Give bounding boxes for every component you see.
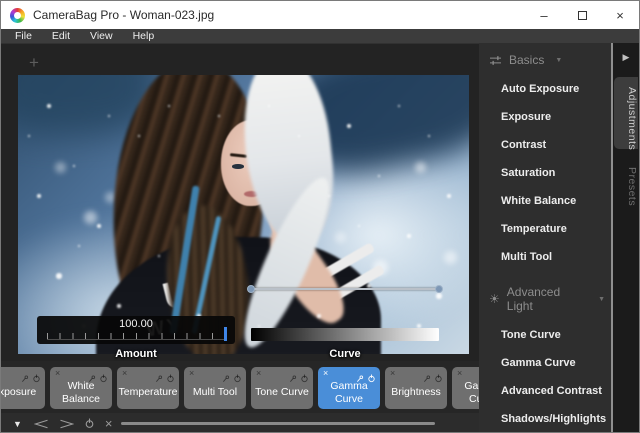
tile-close-icon[interactable]: × xyxy=(457,368,462,378)
filter-tile-gamma-curve-2[interactable]: × Gamma Curve xyxy=(452,367,479,409)
amount-slider[interactable]: 100.00 xyxy=(37,316,235,344)
sidebar-item-white-balance[interactable]: White Balance xyxy=(479,187,611,215)
collapse-filmstrip-icon[interactable]: ▼ xyxy=(13,419,22,429)
sidebar-item-multi-tool[interactable]: Multi Tool xyxy=(479,243,611,271)
menubar: File Edit View Help xyxy=(1,29,639,43)
filmstrip-scrollbar[interactable] xyxy=(121,422,435,425)
sidebar-item-advanced-contrast[interactable]: Advanced Contrast xyxy=(479,377,611,405)
sun-icon: ☀ xyxy=(489,293,500,305)
amount-slider-handle[interactable] xyxy=(224,327,227,341)
menu-edit[interactable]: Edit xyxy=(42,29,80,43)
amount-ruler[interactable] xyxy=(47,333,225,340)
maximize-button[interactable] xyxy=(563,1,601,29)
chevron-down-icon: ▼ xyxy=(555,57,562,64)
sidebar-item-saturation[interactable]: Saturation xyxy=(479,159,611,187)
sidebar-item-shadows-highlights[interactable]: Shadows/Highlights xyxy=(479,405,611,433)
tile-close-icon[interactable]: × xyxy=(55,368,60,378)
gamma-curve-line[interactable] xyxy=(251,288,439,290)
menu-help[interactable]: Help xyxy=(123,29,165,43)
sidebar-item-tone-curve[interactable]: Tone Curve xyxy=(479,321,611,349)
collapse-panel-arrow-icon[interactable]: ▶ xyxy=(623,52,630,63)
tile-label: Temperature xyxy=(119,378,177,407)
curve-label: Curve xyxy=(251,348,439,360)
sidebar-item-contrast[interactable]: Contrast xyxy=(479,131,611,159)
tile-close-icon[interactable]: × xyxy=(323,368,328,378)
sidebar-item-gamma-curve[interactable]: Gamma Curve xyxy=(479,349,611,377)
sidebar-item-auto-exposure[interactable]: Auto Exposure xyxy=(479,75,611,103)
gamma-handle-right[interactable] xyxy=(435,285,443,293)
tile-label: Gamma Curve xyxy=(320,378,378,407)
adjustments-panel: Basics ▼ Auto Exposure Exposure Contrast… xyxy=(479,43,613,433)
tile-label: Brightness xyxy=(387,378,445,407)
side-tabstrip: ▶ Adjustments Presets xyxy=(613,43,639,433)
window-title: CameraBag Pro - Woman-023.jpg xyxy=(33,8,214,22)
tile-close-icon[interactable]: × xyxy=(122,368,127,378)
tile-close-icon[interactable]: × xyxy=(189,368,194,378)
filter-tile-brightness[interactable]: × Brightness xyxy=(385,367,447,409)
photo-woman-023: UK WYORK xyxy=(18,75,469,354)
chevron-right-icon[interactable] xyxy=(59,419,74,429)
section-basics[interactable]: Basics ▼ xyxy=(479,45,611,75)
filter-tile-tone-curve[interactable]: × Tone Curve xyxy=(251,367,313,409)
photo-snowflakes xyxy=(18,75,20,77)
menu-file[interactable]: File xyxy=(5,29,42,43)
sidebar-item-exposure[interactable]: Exposure xyxy=(479,103,611,131)
tile-close-icon[interactable]: × xyxy=(390,368,395,378)
section-basics-label: Basics xyxy=(509,53,544,67)
section-advanced-light[interactable]: ☀ Advanced Light ▼ xyxy=(479,277,611,321)
app-icon xyxy=(10,8,25,23)
curve-gradient-bar[interactable] xyxy=(251,328,439,341)
tile-label: Gamma Curve xyxy=(454,378,479,407)
amount-label: Amount xyxy=(37,348,235,360)
tab-presets[interactable]: Presets xyxy=(614,157,638,207)
tile-label: White Balance xyxy=(52,378,110,407)
filter-tile-gamma-curve[interactable]: × Gamma Curve xyxy=(318,367,380,409)
titlebar: CameraBag Pro - Woman-023.jpg – × xyxy=(1,1,639,29)
app-window: CameraBag Pro - Woman-023.jpg – × File E… xyxy=(0,0,640,433)
tab-adjustments[interactable]: Adjustments xyxy=(614,77,638,149)
filter-tile-multi-tool[interactable]: × Multi Tool xyxy=(184,367,246,409)
maximize-icon xyxy=(578,11,587,20)
section-advanced-light-label: Advanced Light xyxy=(507,285,587,313)
filter-tile-exposure[interactable]: × Exposure xyxy=(1,367,45,409)
minimize-button[interactable]: – xyxy=(525,1,563,29)
menu-view[interactable]: View xyxy=(80,29,123,43)
image-canvas: + UK WYORK xyxy=(1,43,479,361)
sliders-icon xyxy=(489,55,502,66)
gamma-handle-left[interactable] xyxy=(247,285,255,293)
amount-value: 100.00 xyxy=(37,318,235,330)
tile-label: Multi Tool xyxy=(186,378,244,407)
add-icon[interactable]: + xyxy=(29,54,39,71)
close-button[interactable]: × xyxy=(601,1,639,29)
photo-eye xyxy=(232,164,244,169)
window-controls: – × xyxy=(525,1,639,29)
clear-all-icon[interactable]: × xyxy=(105,417,113,430)
filter-tile-temperature[interactable]: × Temperature xyxy=(117,367,179,409)
sidebar-item-temperature[interactable]: Temperature xyxy=(479,215,611,243)
power-all-icon[interactable] xyxy=(84,418,95,429)
tile-close-icon[interactable]: × xyxy=(256,368,261,378)
filter-tile-white-balance[interactable]: × White Balance xyxy=(50,367,112,409)
tile-label: Tone Curve xyxy=(253,378,311,407)
chevron-left-icon[interactable] xyxy=(34,419,49,429)
chevron-down-icon: ▼ xyxy=(598,296,605,303)
tile-label: Exposure xyxy=(1,378,43,407)
adjustment-filmstrip: × Exposure × White Balance × Temperature xyxy=(1,361,479,413)
bottom-toolbar: ▼ × xyxy=(1,413,479,433)
